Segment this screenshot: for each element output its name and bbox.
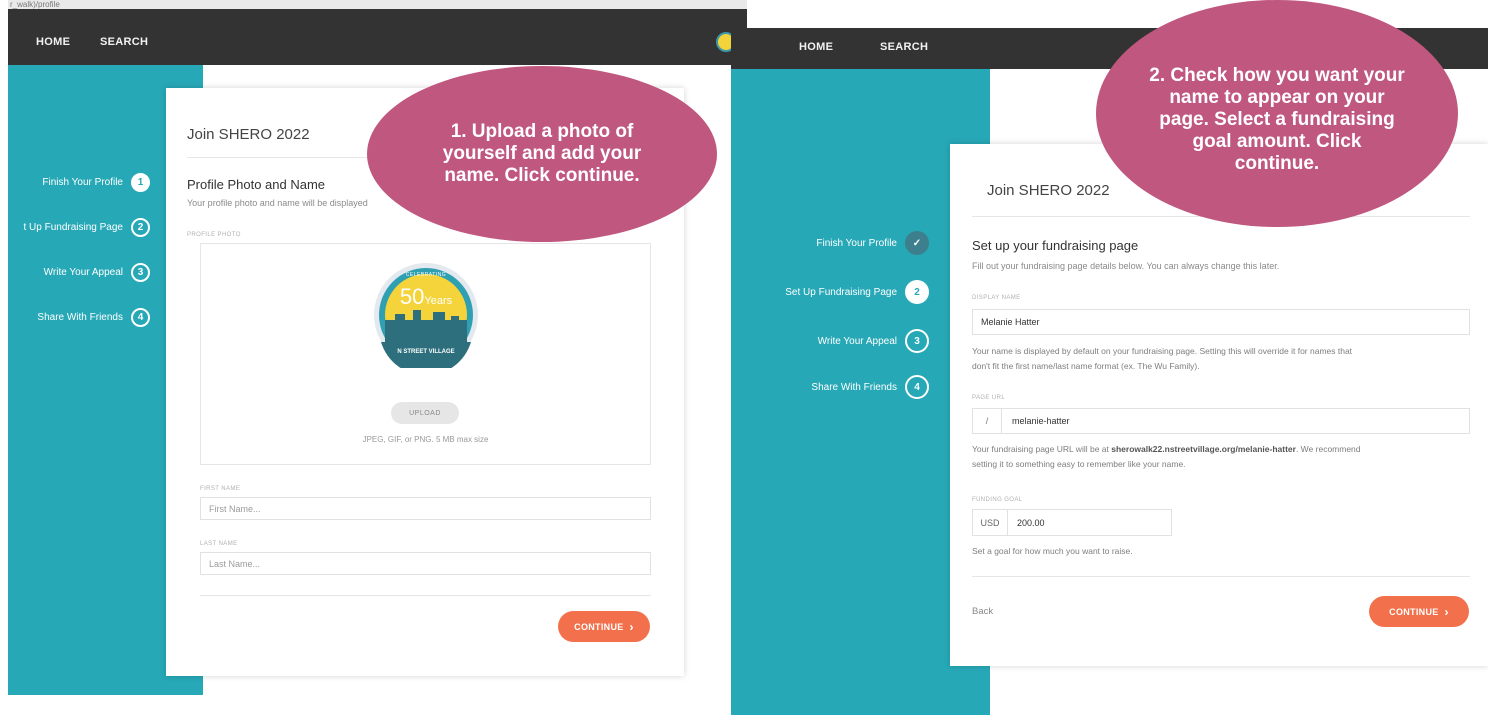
nav-search-link[interactable]: SEARCH — [100, 36, 148, 48]
step-number-2: 2 — [905, 280, 929, 304]
page-url-help: Your fundraising page URL will be at she… — [972, 444, 1361, 469]
logo-years-text: 50Years — [399, 284, 453, 309]
page-url-label: PAGE URL — [972, 395, 1006, 401]
check-icon: ✓ — [905, 231, 929, 255]
step-number-3: 3 — [905, 329, 929, 353]
step-fundraising-page[interactable]: t Up Fundraising Page 2 — [23, 218, 150, 237]
funding-goal-input[interactable]: USD 200.00 — [972, 509, 1172, 536]
divider — [972, 576, 1470, 577]
display-name-label: DISPLAY NAME — [972, 295, 1021, 301]
profile-photo-label: PROFILE PHOTO — [187, 232, 241, 238]
upload-button[interactable]: UPLOAD — [391, 402, 459, 424]
page-url-full: sherowalk22.nstreetvillage.org/melanie-h… — [1111, 444, 1296, 454]
nav-home-link[interactable]: HOME — [36, 36, 70, 48]
step-write-appeal[interactable]: Write Your Appeal 3 — [818, 329, 929, 353]
last-name-input[interactable]: Last Name... — [200, 552, 651, 575]
url-prefix: / — [973, 409, 1002, 433]
step-number-4: 4 — [131, 308, 150, 327]
funding-goal-label: FUNDING GOAL — [972, 497, 1023, 503]
continue-button[interactable]: CONTINUE › — [558, 611, 650, 642]
back-link[interactable]: Back — [972, 606, 993, 617]
address-bar[interactable]: r_walk)/profile — [8, 0, 747, 9]
callout-step-2: 2. Check how you want your name to appea… — [1096, 0, 1458, 227]
chevron-right-icon: › — [629, 619, 634, 634]
fundraising-card: Join SHERO 2022 Set up your fundraising … — [950, 144, 1488, 666]
chevron-right-icon: › — [1444, 604, 1449, 619]
funding-goal-help: Set a goal for how much you want to rais… — [972, 546, 1133, 556]
step-share-friends[interactable]: Share With Friends 4 — [811, 375, 929, 399]
funding-goal-value: 200.00 — [1017, 517, 1045, 528]
first-name-input[interactable]: First Name... — [200, 497, 651, 520]
section-subtitle: Your profile photo and name will be disp… — [187, 198, 368, 208]
page-url-input[interactable]: / melanie-hatter — [972, 408, 1470, 434]
card-title: Join SHERO 2022 — [187, 126, 310, 143]
nav-home-link[interactable]: HOME — [799, 41, 833, 53]
section-title: Profile Photo and Name — [187, 177, 326, 192]
continue-button[interactable]: CONTINUE › — [1369, 596, 1469, 627]
step-share-friends[interactable]: Share With Friends 4 — [37, 308, 150, 327]
step-finish-profile[interactable]: Finish Your Profile 1 — [42, 173, 150, 192]
currency-label: USD — [973, 510, 1008, 535]
upload-hint: JPEG, GIF, or PNG. 5 MB max size — [362, 435, 489, 444]
logo-top-text: CELEBRATING — [405, 272, 447, 278]
section-title: Set up your fundraising page — [972, 238, 1139, 253]
step-write-appeal[interactable]: Write Your Appeal 3 — [44, 263, 150, 282]
section-subtitle: Fill out your fundraising page details b… — [972, 261, 1280, 271]
logo-bottom-text: N STREET VILLAGE — [397, 349, 455, 355]
url-value: melanie-hatter — [1012, 416, 1070, 426]
card-title: Join SHERO 2022 — [987, 182, 1110, 199]
display-name-help: Your name is displayed by default on you… — [972, 346, 1353, 371]
display-name-input[interactable]: Melanie Hatter — [972, 309, 1470, 335]
photo-upload-area[interactable]: CELEBRATING 50Years N STREET VILLAGE UPL… — [200, 243, 651, 465]
last-name-label: LAST NAME — [200, 541, 238, 547]
step-fundraising-page[interactable]: Set Up Fundraising Page 2 — [785, 280, 929, 304]
step-number-1: 1 — [131, 173, 150, 192]
step-number-3: 3 — [131, 263, 150, 282]
first-name-label: FIRST NAME — [200, 486, 241, 492]
top-nav: HOME SEARCH — [8, 9, 747, 65]
step-number-2: 2 — [131, 218, 150, 237]
nav-search-link[interactable]: SEARCH — [880, 41, 928, 53]
divider — [200, 595, 651, 596]
step-number-4: 4 — [905, 375, 929, 399]
callout-step-1: 1. Upload a photo of yourself and add yo… — [367, 66, 717, 242]
step-finish-profile[interactable]: Finish Your Profile ✓ — [816, 231, 929, 255]
